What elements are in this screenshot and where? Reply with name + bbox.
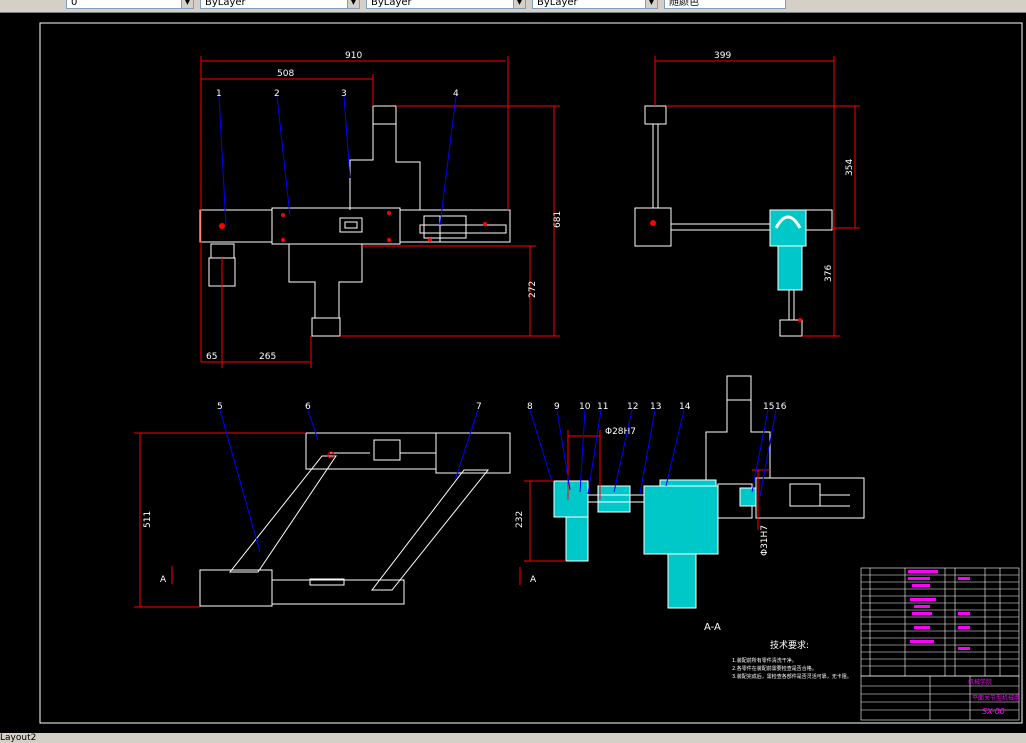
properties-toolbar: 0 ▼ ByLayer ▼ ByLayer ▼ ByLayer ▼ 随颜色 bbox=[0, 0, 1026, 13]
title-school: 机械学院 bbox=[968, 678, 992, 686]
section-view-dim-text: 232 Φ28H7 Φ31H7 A A-A bbox=[515, 427, 770, 633]
front-view-dim-text: 910 508 681 272 65 265 bbox=[206, 51, 563, 362]
drawing-canvas[interactable]: 910 508 681 272 65 265 1 2 3 4 399 354 3… bbox=[0, 13, 1026, 733]
balloon-13: 13 bbox=[650, 402, 661, 412]
title-name: 平面关节型机械手 bbox=[972, 694, 1020, 702]
note-line-2: 2.各零件在装配前需要检查是否合格。 bbox=[732, 665, 817, 672]
dim-side-upper: 354 bbox=[845, 159, 855, 176]
balloon-5: 5 bbox=[217, 402, 223, 412]
dim-height-lower: 272 bbox=[528, 281, 538, 298]
dim-section-height: 232 bbox=[515, 511, 525, 528]
section-view-balloons: 8 9 10 11 12 13 14 15 16 bbox=[527, 402, 787, 412]
chevron-down-icon[interactable]: ▼ bbox=[645, 0, 657, 8]
balloon-6: 6 bbox=[305, 402, 311, 412]
chevron-down-icon[interactable]: ▼ bbox=[181, 0, 193, 8]
front-view-balloons: 1 2 3 4 bbox=[216, 89, 459, 99]
dim-left-offset: 65 bbox=[206, 352, 217, 362]
note-line-1: 1.装配前所有零件清洗干净。 bbox=[732, 657, 797, 664]
balloon-8: 8 bbox=[527, 402, 533, 412]
section-marker-right: A bbox=[530, 575, 537, 585]
layout-tab-bar: Layout2 bbox=[0, 733, 1026, 743]
balloon-4: 4 bbox=[453, 89, 459, 99]
drawing-frame bbox=[39, 22, 1023, 724]
balloon-10: 10 bbox=[579, 402, 591, 412]
balloon-16: 16 bbox=[775, 402, 787, 412]
front-view bbox=[199, 105, 511, 337]
balloon-3: 3 bbox=[341, 89, 347, 99]
top-view bbox=[199, 432, 511, 607]
balloon-14: 14 bbox=[679, 402, 691, 412]
lineweight-combo[interactable]: ByLayer ▼ bbox=[532, 0, 658, 9]
cad-drawing: 910 508 681 272 65 265 1 2 3 4 399 354 3… bbox=[39, 22, 1023, 724]
plotstyle-combo[interactable]: 随颜色 bbox=[664, 0, 786, 9]
dim-height-total: 681 bbox=[553, 211, 563, 228]
balloon-1: 1 bbox=[216, 89, 222, 99]
section-marker-left: A bbox=[160, 575, 167, 585]
section-label: A-A bbox=[704, 622, 721, 633]
balloon-9: 9 bbox=[554, 402, 560, 412]
side-view-dims bbox=[654, 56, 860, 337]
notes-title: 技术要求: bbox=[770, 639, 809, 651]
color-combo[interactable]: ByLayer ▼ bbox=[200, 0, 360, 9]
dim-bore-2: Φ31H7 bbox=[760, 525, 770, 556]
linetype-combo[interactable]: ByLayer ▼ bbox=[366, 0, 526, 9]
parts-list bbox=[860, 567, 1020, 677]
side-view-section bbox=[650, 209, 807, 337]
drawing-number: SX-00 bbox=[982, 707, 1005, 716]
dim-left-span: 265 bbox=[259, 352, 276, 362]
top-view-dim-text: 511 A bbox=[143, 511, 167, 585]
tab-layout2[interactable]: Layout2 bbox=[0, 733, 36, 743]
balloon-11: 11 bbox=[597, 402, 608, 412]
dim-top-width: 910 bbox=[345, 51, 362, 61]
balloon-7: 7 bbox=[476, 402, 482, 412]
top-view-balloons: 5 6 7 bbox=[217, 402, 482, 412]
dim-bottom-height: 511 bbox=[143, 511, 153, 528]
dim-side-lower: 376 bbox=[824, 265, 834, 282]
chevron-down-icon[interactable]: ▼ bbox=[347, 0, 359, 8]
balloon-2: 2 bbox=[274, 89, 280, 99]
note-line-3: 3.装配完成后，需检查各部件是否灵活可靠，无卡阻。 bbox=[732, 673, 852, 680]
dim-top-inner: 508 bbox=[277, 69, 294, 79]
dim-side-width: 399 bbox=[714, 51, 731, 61]
balloon-15: 15 bbox=[763, 402, 774, 412]
balloon-12: 12 bbox=[627, 402, 638, 412]
layer-combo[interactable]: 0 ▼ bbox=[66, 0, 194, 9]
front-view-dims bbox=[200, 56, 560, 368]
technical-notes: 技术要求: 1.装配前所有零件清洗干净。 2.各零件在装配前需要检查是否合格。 … bbox=[732, 639, 852, 680]
chevron-down-icon[interactable]: ▼ bbox=[513, 0, 525, 8]
dim-bore-1: Φ28H7 bbox=[605, 427, 636, 437]
